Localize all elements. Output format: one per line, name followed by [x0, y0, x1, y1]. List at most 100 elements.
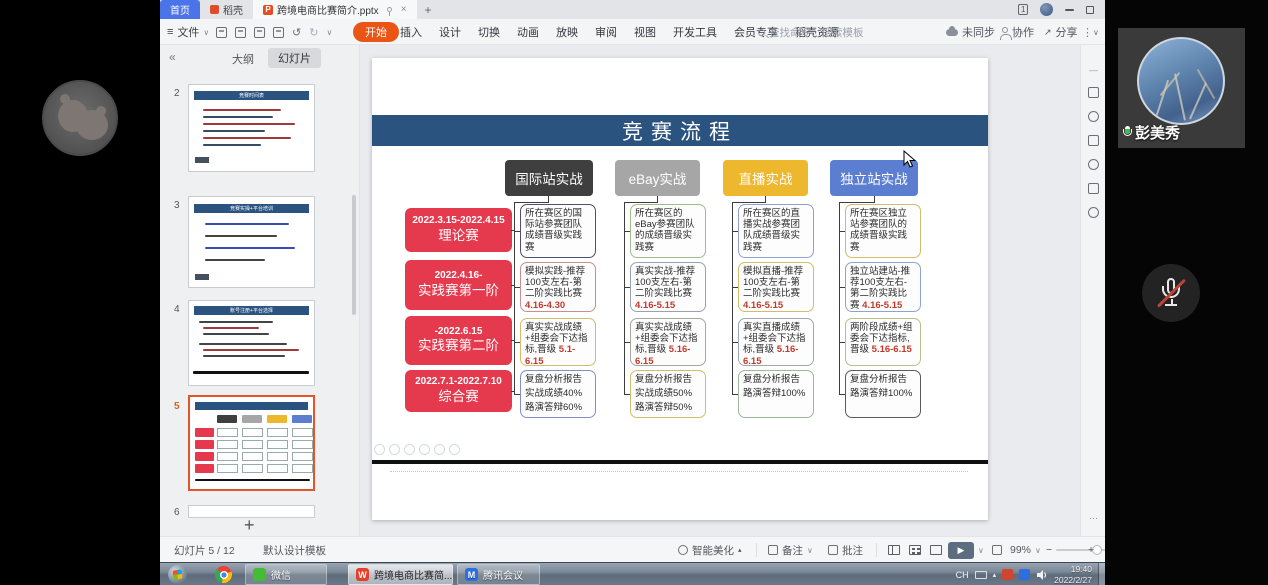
taskbar-meeting[interactable]: M 腾讯会议 [457, 564, 540, 585]
comments-button[interactable]: 批注 [828, 537, 863, 562]
undo-icon[interactable]: ↺ [292, 26, 301, 39]
flow-box[interactable]: 真实直播成绩+组委会下达指标,晋级 5.16-6.15 [738, 318, 814, 366]
tab-home[interactable]: 首页 [160, 0, 200, 19]
ribbon-tab-start[interactable]: 开始 [353, 19, 399, 45]
help-icon[interactable] [1081, 159, 1105, 173]
taskbar-wechat[interactable]: 微信 [245, 564, 327, 585]
language-indicator[interactable]: CH [956, 570, 969, 580]
panel-scrollbar[interactable] [352, 195, 356, 315]
show-desktop-button[interactable] [1098, 563, 1105, 585]
phase-box-practice2[interactable]: -2022.6.15 实践赛第二阶 [405, 316, 512, 365]
tab-docer[interactable]: 稻壳 [200, 0, 253, 19]
slide-thumbnail-3[interactable]: 竞赛实操+平台培训 [188, 196, 315, 288]
collapse-panel-icon[interactable]: « [169, 50, 176, 64]
flow-box[interactable]: 真实实战-推荐100支左右-第二阶实践比赛 4.16-5.15 [630, 262, 706, 312]
keyboard-icon[interactable] [975, 571, 987, 579]
slide-thumbnail-5[interactable] [188, 395, 315, 491]
slideshow-button[interactable]: ▶ ∨ [948, 537, 984, 562]
zoom-in-button[interactable]: + [1088, 537, 1094, 562]
print-icon[interactable] [254, 27, 265, 38]
flow-box[interactable]: 所在赛区的直播实战参赛团队成绩晋级实践赛 [738, 204, 814, 258]
ribbon-tab-slideshow[interactable]: 放映 [556, 24, 578, 40]
column-header-live[interactable]: 直播实战 [723, 160, 808, 196]
flow-box[interactable]: 两阶段成绩+组委会下达指标,晋级 5.16-6.15 [845, 318, 921, 366]
flow-box[interactable]: 模拟直播-推荐100支左右-第二阶实践比赛 4.16-5.15 [738, 262, 814, 312]
preview-icon[interactable] [273, 27, 284, 38]
reading-view-icon[interactable] [930, 545, 942, 555]
flow-box[interactable]: 复盘分析报告 实战成绩50% 路演答辩50% [630, 370, 706, 418]
template-name[interactable]: 默认设计模板 [263, 537, 326, 562]
notes-button[interactable]: 备注 ∨ [768, 537, 813, 562]
notification-badge[interactable]: 1 [1018, 4, 1028, 15]
tab-outline[interactable]: 大纲 [232, 51, 254, 67]
normal-view-icon[interactable] [888, 545, 900, 555]
beautify-wand-icon[interactable] [1081, 111, 1105, 125]
toolbar-chevron-icon[interactable]: ∨ [326, 28, 332, 37]
tray-wps-icon[interactable] [1002, 569, 1013, 580]
mute-mic-button[interactable] [1142, 264, 1200, 322]
tab-document[interactable]: P 跨境电商比赛简介.pptx × [253, 0, 417, 19]
sync-status[interactable]: 未同步 [946, 19, 995, 45]
ribbon-tab-animation[interactable]: 动画 [517, 24, 539, 40]
ribbon-tab-view[interactable]: 视图 [634, 24, 656, 40]
tray-clock[interactable]: 19:40 2022/2/27 [1054, 564, 1092, 585]
pin-icon[interactable] [387, 7, 392, 12]
compass-icon[interactable] [1081, 207, 1105, 221]
zoom-out-button[interactable]: − [1046, 537, 1052, 562]
layout-window-icon[interactable] [1081, 135, 1105, 149]
more-tools-icon[interactable]: ··· [1081, 511, 1105, 525]
ribbon-tab-transition[interactable]: 切换 [478, 24, 500, 40]
command-search[interactable]: 查找命令、搜索模板 [758, 19, 864, 45]
slide-thumbnail-2[interactable]: 竞赛时间表 [188, 84, 315, 172]
tab-slides[interactable]: 幻灯片 [268, 48, 321, 68]
restore-button[interactable] [1086, 6, 1094, 14]
column-header-intl[interactable]: 国际站实战 [505, 160, 593, 196]
flow-box[interactable]: 真实实战成绩+组委会下达指标,晋级 5.16-6.15 [630, 318, 706, 366]
ribbon-tab-design[interactable]: 设计 [439, 24, 461, 40]
export-icon[interactable] [235, 27, 246, 38]
tray-meeting-icon[interactable] [1019, 569, 1030, 580]
ribbon-tab-review[interactable]: 审阅 [595, 24, 617, 40]
flow-box[interactable]: 所在赛区的国际站参赛团队成绩晋级实践赛 [520, 204, 596, 258]
tray-expand-icon[interactable]: ▴ [993, 571, 997, 579]
export-image-icon[interactable] [1081, 183, 1105, 197]
fit-slide-icon[interactable] [992, 537, 1002, 562]
slide-thumbnail-4[interactable]: 账号注册+平台选择 [188, 300, 315, 386]
participant-video-tile[interactable]: 彭美秀 [1118, 28, 1245, 148]
flow-box[interactable]: 复盘分析报告 实战成绩40% 路演答辩60% [520, 370, 596, 418]
flow-box[interactable]: 复盘分析报告 路演答辩100% [738, 370, 814, 418]
flow-box[interactable]: 独立站建站-推荐100支左右-第二阶实践比赛 4.16-5.15 [845, 262, 921, 312]
zoom-slider[interactable] [1056, 537, 1105, 562]
flow-box[interactable]: 复盘分析报告 路演答辩100% [845, 370, 921, 418]
add-slide-button[interactable]: + [244, 515, 255, 536]
beautify-button[interactable]: 智能美化 ▴ [678, 537, 742, 562]
ribbon-tab-insert[interactable]: 插入 [400, 24, 422, 40]
file-menu[interactable]: ≡ 文件 ∨ [167, 19, 209, 45]
account-avatar[interactable] [1040, 3, 1053, 16]
phase-box-theory[interactable]: 2022.3.15-2022.4.15 理论赛 [405, 208, 512, 252]
new-tab-button[interactable]: + [425, 0, 432, 19]
taskbar-wps[interactable]: W 跨境电商比赛简... [348, 564, 453, 585]
share-button[interactable]: ↗ 分享 [1044, 19, 1078, 45]
chrome-taskbar-icon[interactable] [215, 566, 232, 583]
minimize-button[interactable] [1065, 9, 1074, 11]
slide-sorter-icon[interactable] [909, 545, 921, 555]
flow-box[interactable]: 所在赛区独立站参赛团队的成绩晋级实践赛 [845, 204, 921, 258]
phase-box-practice1[interactable]: 2022.4.16- 实践赛第一阶 [405, 260, 512, 310]
start-button[interactable] [168, 565, 187, 584]
ribbon-tab-devtools[interactable]: 开发工具 [673, 24, 717, 40]
flow-box[interactable]: 模拟实践-推荐100支左右-第二阶实践比赛 4.16-4.30 [520, 262, 596, 312]
tab-close-icon[interactable]: × [401, 4, 407, 15]
column-header-ebay[interactable]: eBay实战 [615, 160, 700, 196]
save-icon[interactable] [216, 27, 227, 38]
redo-icon[interactable]: ↻ [309, 26, 318, 39]
volume-icon[interactable] [1036, 569, 1048, 581]
more-menu-icon[interactable]: ⋮ [1082, 19, 1093, 45]
flow-box[interactable]: 真实实战成绩+组委会下达指标,晋级 5.1-6.15 [520, 318, 596, 366]
flow-box[interactable]: 所在赛区的eBay参赛团队的成绩晋级实践赛 [630, 204, 706, 258]
settings-slider-icon[interactable] [1081, 87, 1105, 101]
zoom-level[interactable]: 99% ∨ [1010, 537, 1041, 562]
slide-title-banner[interactable]: 竞赛流程 [372, 115, 988, 146]
ribbon-collapse-icon[interactable]: ∨ [1093, 19, 1099, 45]
collab-button[interactable]: 协作 [1002, 19, 1034, 45]
